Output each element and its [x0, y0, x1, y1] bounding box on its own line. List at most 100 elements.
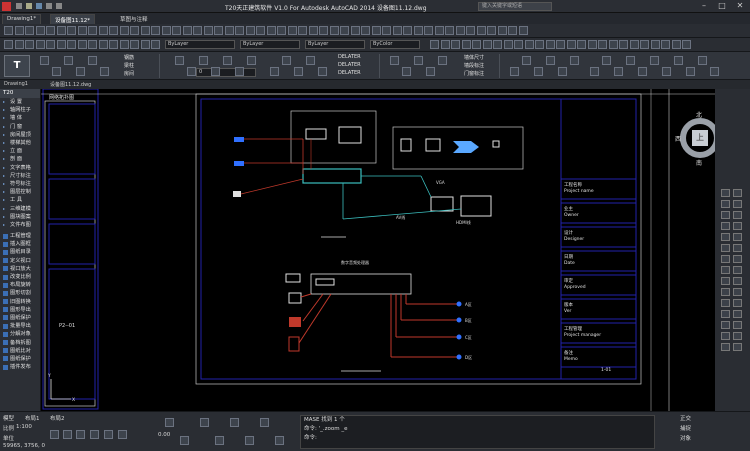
toolbar-tool-icon[interactable]	[140, 40, 150, 49]
layout-tab-1[interactable]: 布局1	[25, 414, 40, 422]
toolbar-tool-icon[interactable]	[98, 26, 108, 35]
toolbar-tool-icon[interactable]	[4, 26, 13, 35]
ribbon-tool-icon[interactable]	[590, 67, 599, 76]
ribbon-btn-6[interactable]: DELATER	[338, 70, 361, 76]
status-tool-icon[interactable]	[76, 430, 85, 439]
toolbar-tool-icon[interactable]	[151, 40, 160, 49]
toolbar-tool-icon[interactable]	[629, 40, 639, 49]
ribbon-tool-icon[interactable]	[570, 56, 579, 65]
screen-menu-item[interactable]: ▸ 房间屋顶	[0, 131, 40, 139]
ribbon-tool-icon[interactable]	[686, 67, 695, 76]
screen-menu-item[interactable]: ▸ 工 具	[0, 196, 40, 204]
layout-tab-2[interactable]: 布局2	[50, 414, 65, 422]
ribbon-tool-icon[interactable]	[558, 67, 567, 76]
draw-tool-icon[interactable]	[721, 189, 730, 197]
toolbar-tool-icon[interactable]	[224, 26, 234, 35]
toolbar-tool-icon[interactable]	[451, 40, 460, 49]
toolbar-tool-icon[interactable]	[514, 40, 523, 49]
ribbon-tool-icon[interactable]	[710, 67, 719, 76]
toolbar-tool-icon[interactable]	[14, 40, 24, 49]
draw-tool-icon[interactable]	[721, 222, 730, 230]
toolbar-tool-icon[interactable]	[503, 40, 513, 49]
toolbar-tool-icon[interactable]	[455, 26, 465, 35]
save-icon[interactable]	[36, 3, 42, 9]
toolbar-tool-icon[interactable]	[403, 26, 412, 35]
close-button[interactable]: ✕	[734, 1, 746, 11]
ribbon-btn-5[interactable]: DELATER	[338, 62, 361, 68]
toolbar-tool-icon[interactable]	[682, 40, 691, 49]
ribbon-tool-icon[interactable]	[223, 56, 232, 65]
screen-menu-item[interactable]: 图纸比对	[0, 347, 40, 355]
toolbar-tool-icon[interactable]	[161, 26, 171, 35]
ribbon-btn-3[interactable]: 房间	[124, 70, 134, 77]
toolbar-tool-icon[interactable]	[4, 40, 13, 49]
ribbon-tool-icon[interactable]	[318, 67, 327, 76]
lineweight-dropdown[interactable]: ByLayer	[305, 40, 365, 49]
screen-menu-item[interactable]: 图形导出	[0, 306, 40, 314]
ribbon-tool-icon[interactable]	[638, 67, 647, 76]
toolbar-tool-icon[interactable]	[277, 26, 286, 35]
screen-menu-item[interactable]: 插件发布	[0, 363, 40, 371]
draw-tool-icon[interactable]	[721, 310, 730, 318]
ribbon-tool-icon[interactable]	[270, 67, 279, 76]
ribbon-tool-icon[interactable]	[175, 56, 184, 65]
open-icon[interactable]	[26, 3, 32, 9]
maximize-button[interactable]: □	[716, 1, 728, 11]
screen-menu-item[interactable]: ▸ 符号标注	[0, 180, 40, 188]
toolbar-tool-icon[interactable]	[424, 26, 433, 35]
toolbar-tool-icon[interactable]	[472, 40, 481, 49]
toolbar-tool-icon[interactable]	[608, 40, 618, 49]
screen-menu-item[interactable]: ▸ 三维建模	[0, 204, 40, 212]
toolbar-tool-icon[interactable]	[535, 40, 544, 49]
toolbar-tool-icon[interactable]	[577, 40, 586, 49]
status-tool-icon[interactable]	[275, 436, 284, 445]
app-logo[interactable]	[2, 2, 11, 11]
ribbon-tool-icon[interactable]	[76, 67, 85, 76]
screen-menu-item[interactable]: 分解对象	[0, 330, 40, 338]
ribbon-tool-icon[interactable]	[64, 56, 73, 65]
toolbar-tool-icon[interactable]	[371, 26, 381, 35]
tab-active-drawing[interactable]: 设备图11.12*	[50, 14, 95, 24]
toolbar-tool-icon[interactable]	[461, 40, 471, 49]
screen-menu-item[interactable]: ▸ 图层控制	[0, 188, 40, 196]
screen-menu-item[interactable]: 定义视口	[0, 257, 40, 265]
toolbar-tool-icon[interactable]	[434, 26, 444, 35]
screen-menu-item[interactable]: 布局旋转	[0, 281, 40, 289]
screen-menu-item[interactable]: ▸ 墙 体	[0, 114, 40, 122]
toolbar-tool-icon[interactable]	[340, 26, 349, 35]
status-tool-icon[interactable]	[90, 430, 99, 439]
toolbar-tool-icon[interactable]	[487, 26, 496, 35]
draw-tool-icon[interactable]	[733, 200, 742, 208]
ribbon-tool-icon[interactable]	[306, 56, 315, 65]
toolbar-tool-icon[interactable]	[109, 40, 118, 49]
status-tool-icon[interactable]	[63, 430, 72, 439]
new-icon[interactable]	[16, 3, 22, 9]
toolbar-tool-icon[interactable]	[56, 40, 66, 49]
draw-tool-icon[interactable]	[721, 266, 730, 274]
drawing-canvas[interactable]: VGA AV线 HDMI线 数字音频处理器 A区 B区 C区 D区 网络拓扑图	[41, 89, 715, 411]
toolbar-tool-icon[interactable]	[130, 40, 139, 49]
ribbon-tool-icon[interactable]	[626, 56, 635, 65]
draw-tool-icon[interactable]	[721, 200, 730, 208]
draw-tool-icon[interactable]	[721, 211, 730, 219]
draw-tool-icon[interactable]	[721, 321, 730, 329]
toolbar-tool-icon[interactable]	[524, 40, 534, 49]
screen-menu-item[interactable]: ▸ 楼梯其他	[0, 139, 40, 147]
draw-tool-icon[interactable]	[733, 321, 742, 329]
toolbar-tool-icon[interactable]	[88, 40, 97, 49]
toolbar-tool-icon[interactable]	[182, 26, 192, 35]
ribbon-tool-icon[interactable]	[402, 67, 411, 76]
toolbar-tool-icon[interactable]	[77, 40, 87, 49]
ribbon-tool-icon[interactable]	[390, 56, 399, 65]
draw-tool-icon[interactable]	[733, 189, 742, 197]
toolbar-tool-icon[interactable]	[661, 40, 670, 49]
toolbar-tool-icon[interactable]	[98, 40, 108, 49]
ribbon-tool-icon[interactable]	[650, 56, 659, 65]
ribbon-tool-icon[interactable]	[698, 56, 707, 65]
ribbon-btn-1[interactable]: 钢筋	[124, 54, 134, 61]
ribbon-tool-icon[interactable]	[534, 67, 543, 76]
toolbar-tool-icon[interactable]	[266, 26, 276, 35]
toolbar-tool-icon[interactable]	[587, 40, 597, 49]
ortho-toggle[interactable]: 正交	[680, 414, 691, 422]
ribbon-tool-icon[interactable]	[247, 56, 256, 65]
